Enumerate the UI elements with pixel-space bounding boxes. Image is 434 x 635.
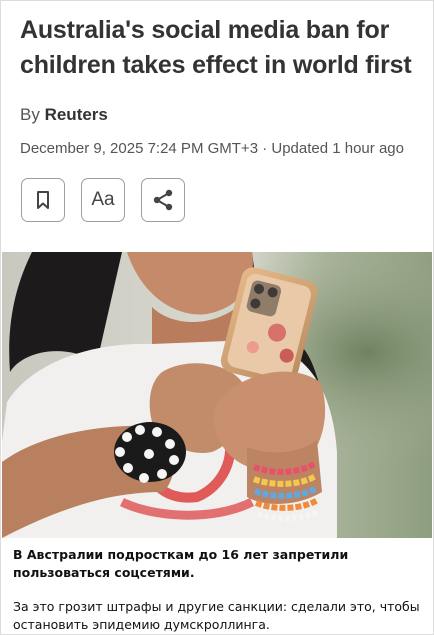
share-button[interactable] — [141, 178, 185, 222]
dateline: December 9, 2025 7:24 PM GMT+3 · Updated… — [20, 140, 404, 157]
article-headline[interactable]: Australia's social media ban for childre… — [20, 13, 420, 83]
article-card: Australia's social media ban for childre… — [0, 0, 434, 635]
caption-lead: В Австралии подросткам до 16 лет запрети… — [13, 547, 349, 580]
text-size-button[interactable]: Aa — [81, 178, 125, 222]
bookmark-icon — [37, 191, 49, 209]
article-photo[interactable] — [2, 252, 432, 538]
byline: By Reuters — [20, 105, 108, 125]
photo-caption: В Австралии подросткам до 16 лет запрети… — [1, 538, 433, 634]
photo-illustration — [2, 252, 432, 538]
share-icon — [153, 189, 173, 211]
bookmark-button[interactable] — [21, 178, 65, 222]
author-link[interactable]: Reuters — [45, 105, 108, 124]
caption-body: За это грозит штрафы и другие санкции: с… — [13, 599, 420, 632]
text-size-label: Aa — [91, 189, 115, 210]
byline-prefix: By — [20, 105, 40, 124]
